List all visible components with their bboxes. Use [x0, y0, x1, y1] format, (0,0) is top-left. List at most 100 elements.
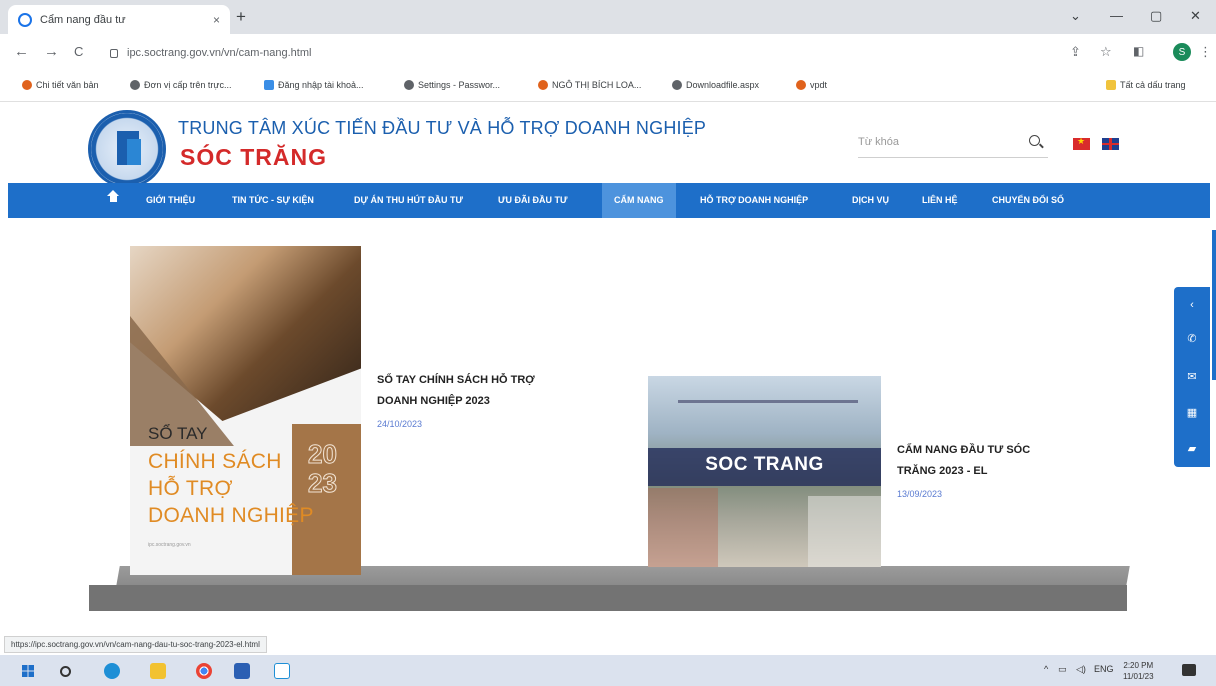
cover-title-line: HỖ TRỢ — [148, 477, 233, 500]
clock-date: 11/01/23 — [1123, 672, 1154, 681]
browser-tab[interactable]: Cẩm nang đầu tư × — [8, 5, 230, 34]
all-bookmarks-button[interactable]: Tất cả dấu trang — [1106, 80, 1186, 90]
network-icon[interactable]: ▭ — [1058, 664, 1067, 675]
notification-icon[interactable] — [1182, 664, 1196, 676]
tray-chevron-icon[interactable]: ^ — [1044, 664, 1048, 674]
article-date: 13/09/2023 — [897, 489, 943, 499]
uk-flag-icon[interactable] — [1102, 138, 1119, 150]
app-icon[interactable] — [274, 663, 290, 679]
chrome-icon[interactable] — [196, 663, 212, 679]
sidepanel-icon[interactable]: ◧ — [1133, 44, 1144, 58]
address-bar[interactable]: ipc.soctrang.gov.vn/vn/cam-nang.html — [104, 39, 1054, 67]
taskbar: ^ ▭ ◁) ENG 2:20 PM 11/01/23 — [0, 655, 1216, 686]
nav-item-chuyen-doi-so[interactable]: CHUYỂN ĐỔI SỐ — [992, 183, 1064, 218]
menu-icon[interactable]: ⋮ — [1199, 44, 1212, 60]
bookmark-label: vpdt — [810, 80, 828, 90]
cover-title-line: DOANH NGHIỆP — [148, 504, 314, 527]
share-icon[interactable]: ⇪ — [1070, 44, 1081, 60]
status-url: https://ipc.soctrang.gov.vn/vn/cam-nang-… — [4, 636, 267, 653]
tab-title: Cẩm nang đầu tư — [40, 13, 126, 26]
mail-icon[interactable]: ✉ — [1174, 363, 1210, 391]
bookmark-label: Đăng nhập tài khoả... — [278, 80, 364, 90]
site-title[interactable]: TRUNG TÂM XÚC TIẾN ĐẦU TƯ VÀ HỖ TRỢ DOAN… — [178, 118, 706, 139]
calendar-icon[interactable]: ▦ — [1174, 399, 1210, 427]
close-window-button[interactable]: ✕ — [1190, 8, 1201, 24]
cover-title-line: CHÍNH SÁCH — [148, 450, 282, 473]
home-icon[interactable] — [107, 190, 119, 205]
star-icon[interactable]: ☆ — [1100, 44, 1112, 60]
bookmark-item[interactable]: Chi tiết văn bản — [22, 80, 99, 90]
chevron-left-icon[interactable]: ‹ — [1174, 291, 1210, 319]
gear-icon — [404, 80, 414, 90]
word-icon[interactable] — [234, 663, 250, 679]
bookmark-favicon-icon — [796, 80, 806, 90]
screen: Cẩm nang đầu tư × + ⌄ — ▢ ✕ ← → C ipc.so… — [0, 0, 1216, 686]
bookmark-favicon-icon — [22, 80, 32, 90]
phone-icon[interactable]: ✆ — [1174, 325, 1210, 353]
reload-button[interactable]: C — [74, 43, 83, 61]
cover-heading: SỔ TAY — [148, 424, 208, 443]
tab-close-icon[interactable]: × — [213, 13, 220, 27]
clock-time: 2:20 PM — [1123, 661, 1154, 670]
bookmark-item[interactable]: Downloadfile.aspx — [672, 80, 759, 90]
lock-icon — [110, 48, 118, 58]
chat-icon[interactable]: ▰ — [1174, 435, 1210, 463]
article-title[interactable]: SỔ TAY CHÍNH SÁCH HỖ TRỢ DOANH NGHIỆP 20… — [377, 370, 535, 412]
cover-heading: SOC TRANG — [705, 454, 824, 475]
language-indicator[interactable]: ENG — [1094, 664, 1114, 674]
site-subtitle[interactable]: SÓC TRĂNG — [180, 144, 327, 171]
logo-building — [127, 139, 141, 165]
nav-item-ho-tro[interactable]: HỖ TRỢ DOANH NGHIỆP — [700, 183, 808, 218]
bookmark-label: NGÔ THỊ BÍCH LOA... — [552, 80, 642, 90]
edge-icon[interactable] — [104, 663, 120, 679]
book-cover-so-tay[interactable]: 2023 SỔ TAY CHÍNH SÁCH HỖ TRỢ DOANH NGHI… — [130, 246, 361, 575]
article-title-line: CẨM NANG ĐẦU TƯ SÓC — [897, 444, 1031, 456]
minimize-button[interactable]: — — [1110, 8, 1123, 23]
nav-item-gioi-thieu[interactable]: GIỚI THIỆU — [146, 183, 195, 218]
url-text: ipc.soctrang.gov.vn/vn/cam-nang.html — [127, 47, 312, 59]
windows-start-icon[interactable] — [22, 665, 34, 677]
article-title-line: TRĂNG 2023 - EL — [897, 465, 988, 477]
cover-photo — [808, 496, 881, 567]
folder-icon — [1106, 80, 1116, 90]
nav-item-uu-dai[interactable]: ƯU ĐÃI ĐẦU TƯ — [498, 183, 567, 218]
nav-item-du-an[interactable]: DỰ ÁN THU HÚT ĐẦU TƯ — [354, 183, 463, 218]
search-input[interactable] — [858, 130, 1008, 154]
cover-year: 2023 — [308, 439, 338, 498]
nav-item-cam-nang[interactable]: CẨM NANG — [602, 183, 676, 218]
scroll-edge — [1212, 230, 1216, 380]
file-explorer-icon[interactable] — [150, 663, 166, 679]
bookmark-item[interactable]: Settings - Passwor... — [404, 80, 500, 90]
volume-icon[interactable]: ◁) — [1076, 664, 1086, 675]
bookmark-item[interactable]: vpdt — [796, 80, 827, 90]
new-tab-button[interactable]: + — [236, 7, 246, 27]
bookmark-item[interactable]: Đăng nhập tài khoả... — [264, 80, 364, 90]
search-icon[interactable] — [1029, 135, 1040, 146]
article-title[interactable]: CẨM NANG ĐẦU TƯ SÓC TRĂNG 2023 - EL — [897, 440, 1030, 482]
cover-small-text — [678, 400, 858, 403]
browser-toolbar: ← → C ipc.soctrang.gov.vn/vn/cam-nang.ht… — [0, 34, 1216, 72]
book-cover-cam-nang[interactable]: SOC TRANG — [648, 376, 881, 567]
vietnam-flag-icon[interactable] — [1073, 136, 1090, 150]
clock[interactable]: 2:20 PM 11/01/23 — [1123, 660, 1154, 682]
profile-icon[interactable]: S — [1173, 43, 1191, 61]
search-box — [858, 130, 1048, 158]
bookmark-favicon-icon — [538, 80, 548, 90]
site-logo[interactable] — [88, 110, 166, 188]
maximize-button[interactable]: ▢ — [1150, 8, 1162, 24]
back-button[interactable]: ← — [14, 43, 29, 61]
globe-icon — [672, 80, 682, 90]
search-icon[interactable] — [60, 666, 71, 677]
cover-photo — [648, 488, 718, 567]
contact-rail: ‹ ✆ ✉ ▦ ▰ — [1174, 287, 1210, 467]
bookmark-label: Downloadfile.aspx — [686, 80, 760, 90]
tab-search-icon[interactable]: ⌄ — [1070, 8, 1081, 24]
nav-item-tin-tuc[interactable]: TIN TỨC - SỰ KIỆN — [232, 183, 314, 218]
cover-url: ipc.soctrang.gov.vn — [148, 542, 191, 548]
browser-tab-bar: Cẩm nang đầu tư × + ⌄ — ▢ ✕ — [0, 0, 1216, 34]
bookmark-item[interactable]: NGÔ THỊ BÍCH LOA... — [538, 80, 641, 90]
nav-item-dich-vu[interactable]: DỊCH VỤ — [852, 183, 889, 218]
bookmark-item[interactable]: Đơn vị cấp trên trực... — [130, 80, 231, 90]
nav-item-lien-he[interactable]: LIÊN HỆ — [922, 183, 958, 218]
forward-button[interactable]: → — [44, 43, 59, 61]
